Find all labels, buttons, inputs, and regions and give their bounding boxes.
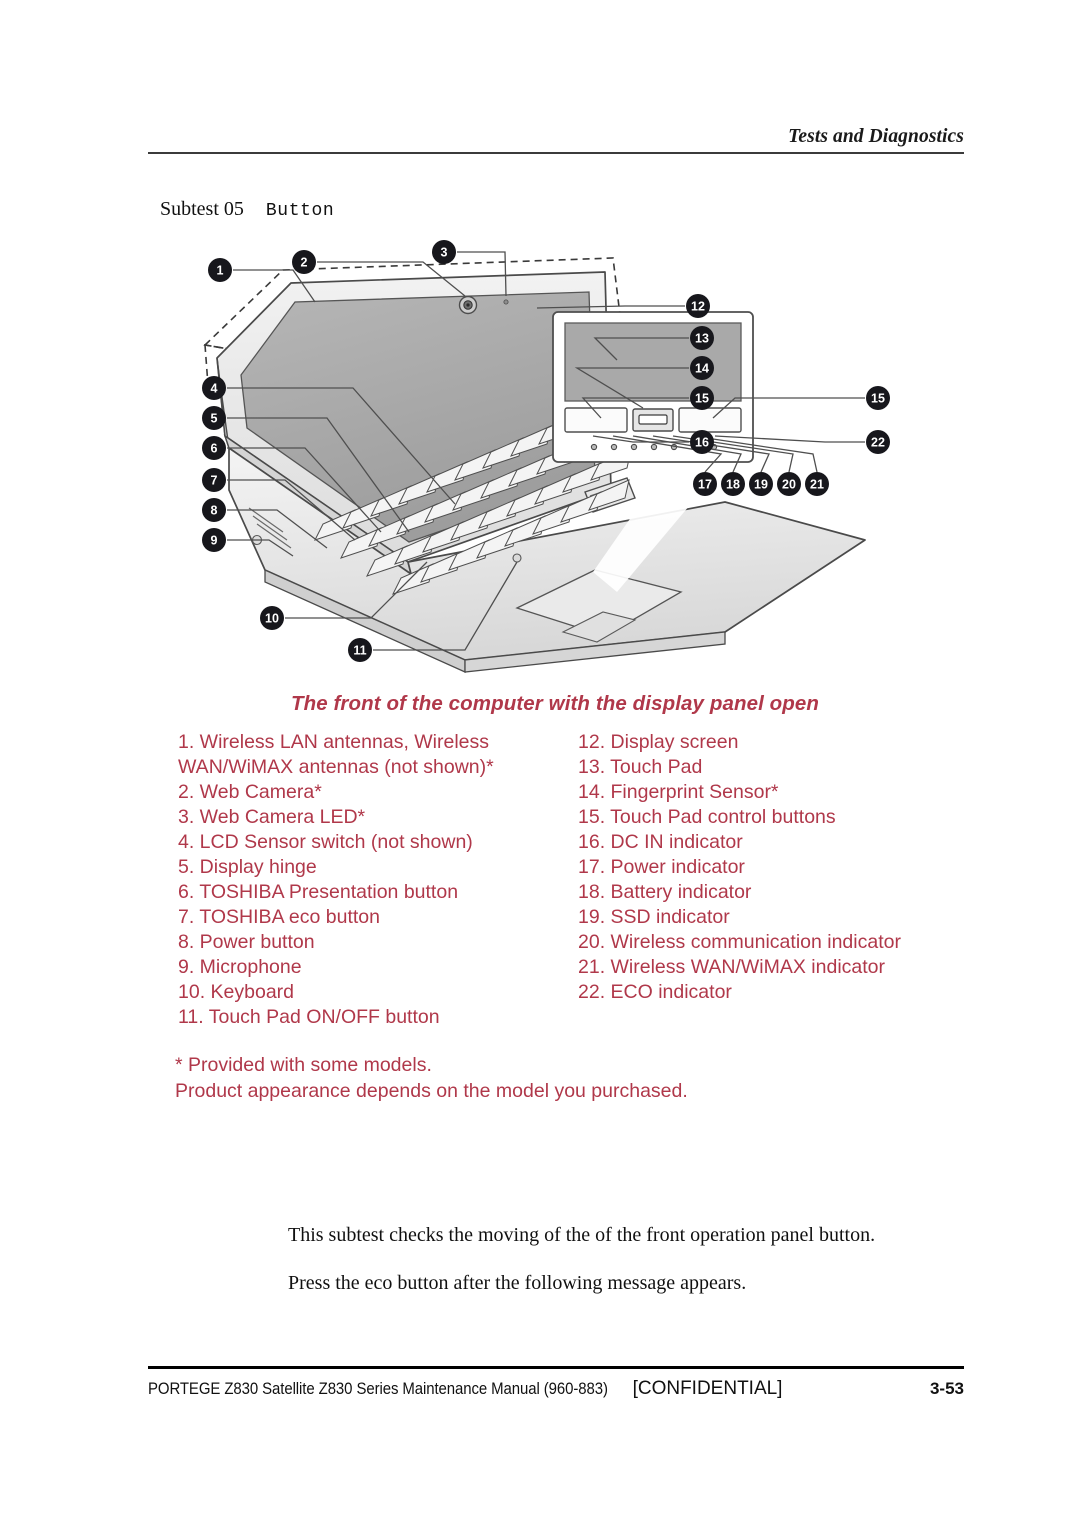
- page-footer: PORTEGE Z830 Satellite Z830 Series Maint…: [148, 1366, 964, 1400]
- svg-text:15: 15: [695, 392, 709, 406]
- svg-text:5: 5: [211, 412, 218, 426]
- svg-text:17: 17: [698, 478, 712, 492]
- svg-text:7: 7: [211, 474, 218, 488]
- legend-item: 4. LCD Sensor switch (not shown): [178, 831, 473, 853]
- footer-rule: [148, 1366, 964, 1369]
- callout-badge-3: 3: [432, 240, 456, 264]
- callout-badge-9: 9: [202, 528, 226, 552]
- svg-text:6: 6: [211, 442, 218, 456]
- svg-text:4: 4: [211, 382, 218, 396]
- figure-footnote: * Provided with some models. Product app…: [175, 1052, 955, 1104]
- legend-item: 21. Wireless WAN/WiMAX indicator: [578, 956, 886, 978]
- legend-item: 20. Wireless communication indicator: [578, 931, 901, 953]
- legend-item: 13. Touch Pad: [578, 756, 703, 778]
- legend-item: 5. Display hinge: [178, 856, 317, 878]
- callout-badge-11: 11: [348, 638, 372, 662]
- callout-badge-14: 14: [690, 356, 714, 380]
- legend-item: 2. Web Camera*: [178, 781, 322, 803]
- legend-column-right: 12. Display screen 13. Touch Pad 14. Fin…: [578, 730, 968, 1030]
- legend-column-left: 1. Wireless LAN antennas, Wireless WAN/W…: [178, 730, 578, 1030]
- header-rule: [148, 152, 964, 154]
- legend-item: 1. Wireless LAN antennas, Wireless: [178, 731, 490, 753]
- legend-item: 17. Power indicator: [578, 856, 745, 878]
- callout-badge-12: 12: [686, 294, 710, 318]
- svg-text:3: 3: [441, 246, 448, 260]
- callout-badge-16: 16: [690, 430, 714, 454]
- svg-text:8: 8: [211, 504, 218, 518]
- callout-badge-2: 2: [292, 250, 316, 274]
- subtest-value: Button: [265, 201, 335, 221]
- svg-text:22: 22: [871, 436, 885, 450]
- callout-badge-4: 4: [202, 376, 226, 400]
- legend-item: 8. Power button: [178, 931, 315, 953]
- legend-item: 22. ECO indicator: [578, 981, 732, 1003]
- svg-text:14: 14: [695, 362, 709, 376]
- callout-badge-8: 8: [202, 498, 226, 522]
- svg-text:18: 18: [726, 478, 740, 492]
- svg-text:11: 11: [353, 644, 366, 658]
- svg-text:21: 21: [810, 478, 824, 492]
- legend-item: 6. TOSHIBA Presentation button: [178, 881, 459, 903]
- subtest-heading: Subtest 05 Button: [160, 198, 334, 221]
- body-text: This subtest checks the moving of the of…: [288, 1222, 948, 1318]
- callout-badge-22: 22: [866, 430, 890, 454]
- callout-badge-1: 1: [208, 258, 232, 282]
- svg-text:13: 13: [695, 332, 709, 346]
- callout-badge-17: 17: [693, 472, 717, 496]
- subtest-label: Subtest 05: [160, 198, 244, 220]
- svg-text:15: 15: [871, 392, 885, 406]
- callout-badge-5: 5: [202, 406, 226, 430]
- legend-item: 18. Battery indicator: [578, 881, 752, 903]
- laptop-diagram: 1 2 3 4 5 6 7 8 9 10 11 12 13 14 15 15 1…: [165, 240, 945, 680]
- callout-badge-15-left: 15: [690, 386, 714, 410]
- legend-item: 10. Keyboard: [178, 981, 295, 1003]
- svg-text:2: 2: [301, 256, 308, 270]
- page-header: Tests and Diagnostics: [148, 126, 964, 154]
- body-paragraph-2: Press the eco button after the following…: [288, 1272, 747, 1294]
- callout-badge-20: 20: [777, 472, 801, 496]
- svg-text:9: 9: [211, 534, 218, 548]
- svg-text:10: 10: [265, 612, 279, 626]
- footer-page-number: 3-53: [929, 1379, 964, 1398]
- body-paragraph-1: This subtest checks the moving of the of…: [288, 1224, 876, 1246]
- footer-row: PORTEGE Z830 Satellite Z830 Series Maint…: [148, 1378, 964, 1400]
- legend-item: 3. Web Camera LED*: [178, 806, 366, 828]
- callout-badge-6: 6: [202, 436, 226, 460]
- legend-item: 9. Microphone: [178, 956, 302, 978]
- legend-item: 12. Display screen: [578, 731, 739, 753]
- footer-left: PORTEGE Z830 Satellite Z830 Series Maint…: [148, 1378, 782, 1400]
- callout-badge-21: 21: [805, 472, 829, 496]
- header-title: Tests and Diagnostics: [788, 126, 964, 147]
- callout-badge-7: 7: [202, 468, 226, 492]
- svg-text:20: 20: [782, 478, 796, 492]
- legend-item: 14. Fingerprint Sensor*: [578, 781, 779, 803]
- legend-item: 16. DC IN indicator: [578, 831, 743, 853]
- callout-badge-15-right: 15: [866, 386, 890, 410]
- footnote-line-1: * Provided with some models.: [175, 1054, 432, 1076]
- callout-badge-10: 10: [260, 606, 284, 630]
- svg-text:1: 1: [217, 264, 224, 278]
- legend-item: 15. Touch Pad control buttons: [578, 806, 836, 828]
- legend-item: WAN/WiMAX antennas (not shown)*: [178, 756, 494, 778]
- legend-item: 7. TOSHIBA eco button: [178, 906, 380, 928]
- legend-item: 19. SSD indicator: [578, 906, 730, 928]
- figure-caption: The front of the computer with the displ…: [290, 692, 820, 715]
- footer-confidential-tag: [CONFIDENTIAL]: [632, 1378, 783, 1399]
- callout-badge-18: 18: [721, 472, 745, 496]
- svg-text:19: 19: [754, 478, 768, 492]
- footnote-line-2: Product appearance depends on the model …: [175, 1080, 688, 1102]
- figure-legend: 1. Wireless LAN antennas, Wireless WAN/W…: [178, 730, 968, 1030]
- footer-manual-title: PORTEGE Z830 Satellite Z830 Series Maint…: [148, 1379, 608, 1398]
- legend-item: 11. Touch Pad ON/OFF button: [178, 1006, 440, 1028]
- callout-badge-19: 19: [749, 472, 773, 496]
- callout-badge-13: 13: [690, 326, 714, 350]
- svg-text:12: 12: [691, 300, 705, 314]
- document-page: Tests and Diagnostics Subtest 05 Button: [0, 0, 1080, 1527]
- svg-text:16: 16: [695, 436, 709, 450]
